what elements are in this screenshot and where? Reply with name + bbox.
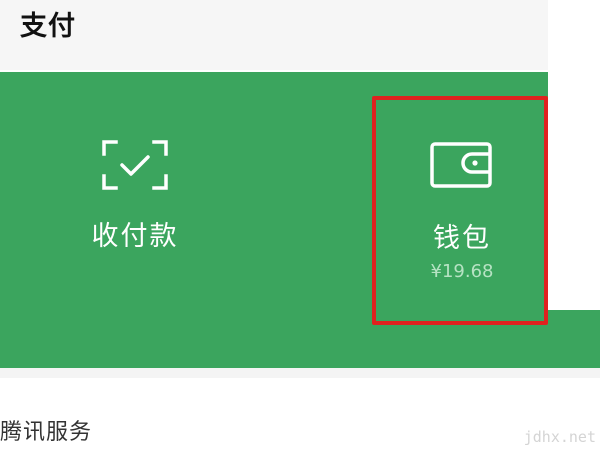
page-title: 支付 <box>20 11 76 42</box>
wallet-button[interactable]: 钱包 ¥19.68 <box>392 140 532 300</box>
right-edge <box>548 0 600 310</box>
section-divider <box>0 368 600 378</box>
section-title: 腾讯服务 <box>0 420 93 445</box>
top-bar <box>0 0 548 70</box>
wallet-label: 钱包 <box>433 223 491 254</box>
receive-pay-button[interactable]: 收付款 <box>60 140 210 290</box>
wallet-icon <box>430 142 492 188</box>
payment-panel-edge <box>548 310 600 368</box>
scan-check-icon <box>102 140 168 190</box>
wallet-balance: ¥19.68 <box>430 261 494 282</box>
watermark: jdhx.net <box>523 428 596 446</box>
receive-pay-label: 收付款 <box>91 221 179 252</box>
